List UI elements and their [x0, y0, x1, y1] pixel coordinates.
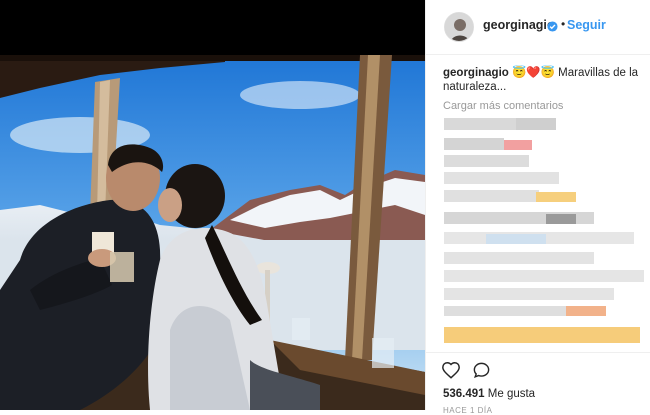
post-side-panel: georginagio • Seguir georginagio 😇❤️😇 Ma…: [425, 0, 650, 415]
avatar[interactable]: [444, 12, 474, 42]
username-link[interactable]: georginagio: [483, 18, 555, 32]
verified-badge-icon: [547, 19, 558, 32]
caption: georginagio 😇❤️😇 Maravillas de la natura…: [443, 66, 643, 94]
follow-button[interactable]: Seguir: [567, 18, 606, 32]
likes-number: 536.491: [443, 388, 485, 400]
likes-count[interactable]: 536.491 Me gusta: [443, 388, 535, 400]
caption-emojis: 😇❤️😇: [512, 67, 555, 79]
comment-icon[interactable]: [472, 361, 491, 385]
likes-label: Me gusta: [484, 388, 536, 400]
header-separator: •: [561, 17, 566, 31]
load-more-comments-button[interactable]: Cargar más comentarios: [443, 100, 643, 112]
heart-icon[interactable]: [441, 361, 461, 384]
post-actions: 536.491 Me gusta HACE 1 DÍA: [426, 352, 650, 415]
post-header: georginagio • Seguir: [426, 0, 650, 55]
post-photo[interactable]: [0, 0, 425, 410]
time-ago: HACE 1 DÍA: [443, 406, 493, 415]
post-image: [0, 0, 425, 410]
comments-section: georginagio 😇❤️😇 Maravillas de la natura…: [443, 66, 643, 112]
caption-username[interactable]: georginagio: [443, 67, 509, 79]
